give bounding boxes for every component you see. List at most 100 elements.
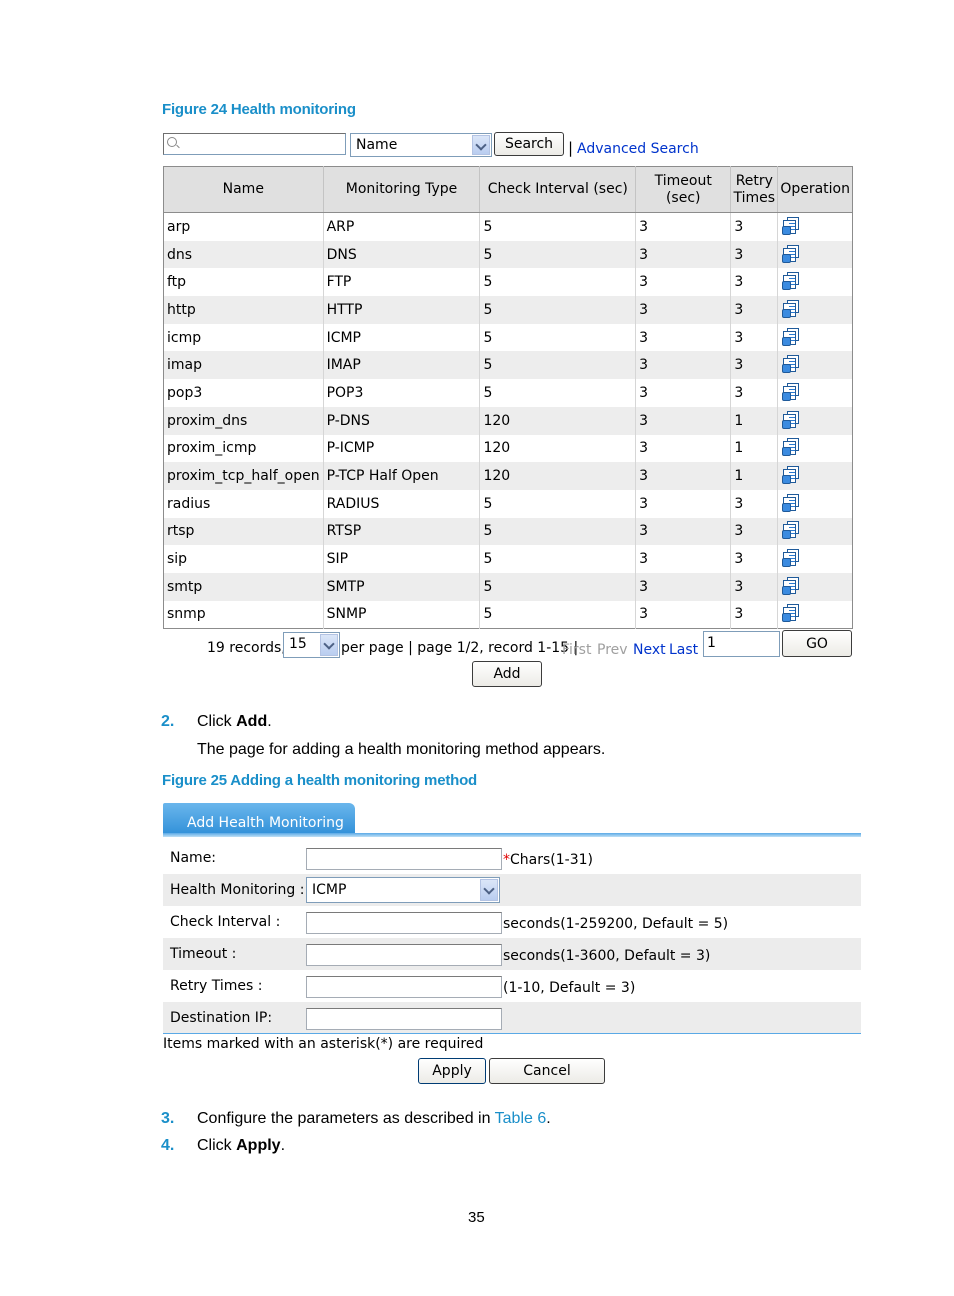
step-4-prefix: Click — [197, 1137, 237, 1154]
cell-name: proxim_dns — [163, 406, 324, 435]
cell-check-interval: 5 — [479, 489, 637, 518]
cell-retry-times: 3 — [730, 268, 779, 297]
form-row-retry-times: Retry Times : (1-10, Default = 3) — [163, 970, 861, 1002]
cell-retry-times: 3 — [730, 296, 779, 324]
cell-retry-times: 3 — [730, 379, 779, 407]
header-name[interactable]: Name — [163, 166, 324, 213]
cell-operation — [777, 323, 853, 352]
cell-monitoring-type: P-TCP Half Open — [323, 462, 481, 490]
table-body: arp ARP 5 3 3 dns DNS 5 3 3 ftp FTP 5 3 3 http HTTP 5 3 3 ic… — [163, 212, 853, 629]
form-row-health-monitoring: Health Monitoring : ICMP — [163, 874, 861, 906]
per-page-select[interactable]: 15 — [283, 632, 340, 658]
advanced-search-link[interactable]: Advanced Search — [577, 141, 699, 157]
destination-ip-label: Destination IP: — [170, 1010, 273, 1026]
cell-timeout: 3 — [635, 212, 732, 241]
step-2-bold: Add — [236, 713, 268, 730]
header-check-interval[interactable]: Check Interval (sec) — [479, 166, 637, 213]
cell-name: rtsp — [163, 517, 324, 546]
cell-timeout: 3 — [635, 517, 732, 546]
next-page-link[interactable]: Next — [633, 642, 666, 658]
step-3-prefix: Configure the parameters as described in — [197, 1110, 495, 1127]
cell-name: smtp — [163, 572, 324, 601]
modify-icon[interactable] — [781, 327, 800, 346]
search-input[interactable] — [163, 133, 346, 155]
cell-name: dns — [163, 240, 324, 269]
table-row: arp ARP 5 3 3 — [163, 212, 853, 241]
required-note: Items marked with an asterisk(*) are req… — [163, 1036, 484, 1052]
cell-retry-times: 3 — [730, 351, 779, 380]
name-hint: *Chars(1-31) — [503, 852, 593, 868]
step-3-text: Configure the parameters as described in… — [197, 1110, 551, 1128]
cell-monitoring-type: SNMP — [323, 600, 481, 629]
header-timeout[interactable]: Timeout (sec) — [635, 166, 732, 213]
form-bottom-divider — [163, 1033, 861, 1034]
cell-check-interval: 120 — [479, 462, 637, 490]
table-row: http HTTP 5 3 3 — [163, 296, 853, 324]
table-header-row: Name Monitoring Type Check Interval (sec… — [163, 166, 853, 213]
modify-icon[interactable] — [781, 216, 800, 235]
cell-check-interval: 5 — [479, 323, 637, 352]
check-interval-label: Check Interval : — [170, 914, 281, 930]
cell-monitoring-type: HTTP — [323, 296, 481, 324]
modify-icon[interactable] — [781, 576, 800, 595]
cell-monitoring-type: POP3 — [323, 379, 481, 407]
figure-25-caption: Figure 25 Adding a health monitoring met… — [162, 772, 478, 789]
search-button[interactable]: Search — [494, 132, 564, 156]
cell-monitoring-type: SMTP — [323, 572, 481, 601]
form-row-check-interval: Check Interval : seconds(1-259200, Defau… — [163, 906, 861, 938]
modify-icon[interactable] — [781, 410, 800, 429]
modify-icon[interactable] — [781, 244, 800, 263]
table-row: proxim_icmp P-ICMP 120 3 1 — [163, 434, 853, 463]
cell-name: snmp — [163, 600, 324, 629]
cell-operation — [777, 212, 853, 241]
page-number-input[interactable]: 1 — [703, 631, 780, 657]
cell-name: sip — [163, 545, 324, 573]
cancel-button[interactable]: Cancel — [489, 1058, 605, 1084]
step-2-description: The page for adding a health monitoring … — [197, 741, 606, 758]
modify-icon[interactable] — [781, 437, 800, 457]
cell-timeout: 3 — [635, 379, 732, 407]
timeout-hint: seconds(1-3600, Default = 3) — [503, 948, 711, 964]
tab-add-health-monitoring[interactable]: Add Health Monitoring — [163, 803, 355, 836]
modify-icon[interactable] — [781, 299, 800, 318]
cell-monitoring-type: FTP — [323, 268, 481, 297]
timeout-input[interactable] — [306, 944, 502, 966]
modify-icon[interactable] — [781, 271, 800, 291]
go-button[interactable]: GO — [782, 630, 852, 657]
cell-check-interval: 120 — [479, 434, 637, 463]
search-field-select[interactable]: Name — [350, 133, 492, 157]
add-button[interactable]: Add — [472, 661, 542, 687]
destination-ip-input[interactable] — [306, 1008, 502, 1030]
step-4-number: 4. — [161, 1137, 175, 1154]
table-6-link[interactable]: Table 6 — [495, 1110, 547, 1127]
check-interval-input[interactable] — [306, 912, 502, 934]
cell-operation — [777, 489, 853, 518]
form-row-timeout: Timeout : seconds(1-3600, Default = 3) — [163, 938, 861, 970]
chevron-down-icon — [480, 879, 498, 901]
modify-icon[interactable] — [781, 493, 800, 512]
modify-icon[interactable] — [781, 354, 800, 374]
health-monitoring-select[interactable]: ICMP — [306, 877, 500, 903]
retry-times-input[interactable] — [306, 976, 502, 998]
prev-page-link[interactable]: Prev — [597, 642, 628, 658]
header-monitoring-type[interactable]: Monitoring Type — [323, 166, 481, 213]
apply-button[interactable]: Apply — [418, 1058, 486, 1084]
cell-check-interval: 120 — [479, 406, 637, 435]
modify-icon[interactable] — [781, 603, 800, 623]
table-row: sip SIP 5 3 3 — [163, 545, 853, 573]
cell-operation — [777, 268, 853, 297]
cell-name: proxim_icmp — [163, 434, 324, 463]
pagination-summary: per page | page 1/2, record 1-15 | — [341, 640, 579, 656]
cell-name: http — [163, 296, 324, 324]
modify-icon[interactable] — [781, 548, 800, 568]
first-page-link[interactable]: First — [562, 642, 591, 658]
modify-icon[interactable] — [781, 382, 800, 401]
last-page-link[interactable]: Last — [669, 642, 698, 658]
per-page-value: 15 — [289, 636, 307, 652]
modify-icon[interactable] — [781, 520, 800, 540]
cell-name: proxim_tcp_half_open — [163, 462, 324, 490]
required-asterisk: * — [503, 852, 510, 868]
modify-icon[interactable] — [781, 465, 800, 485]
header-retry-times[interactable]: Retry Times — [730, 166, 779, 213]
name-input[interactable] — [306, 848, 502, 870]
